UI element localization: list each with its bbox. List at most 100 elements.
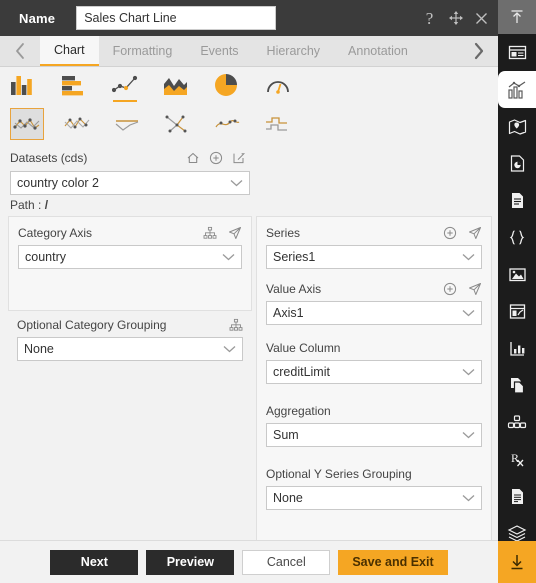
chevron-down-icon <box>462 369 475 376</box>
next-button[interactable]: Next <box>50 549 139 575</box>
datasets-label: Datasets (cds) <box>10 151 88 165</box>
download-icon[interactable] <box>498 541 536 583</box>
preview-button[interactable]: Preview <box>146 549 235 575</box>
series-label: Series <box>266 225 301 240</box>
home-icon[interactable] <box>186 151 200 165</box>
chevron-down-icon <box>223 346 236 353</box>
send-icon[interactable] <box>228 226 242 240</box>
category-axis-value: country <box>25 250 66 264</box>
path-value: / <box>44 198 49 212</box>
aggregation-group: Aggregation Sum <box>257 384 491 447</box>
hierarchy-icon[interactable] <box>229 318 243 332</box>
rail-map-icon[interactable] <box>498 108 536 145</box>
series-group: Series Series1 <box>257 217 491 269</box>
gauge-chart-icon[interactable] <box>263 70 293 100</box>
tab-events[interactable]: Events <box>186 36 252 66</box>
tab-formatting[interactable]: Formatting <box>99 36 187 66</box>
series-value: Series1 <box>273 250 316 264</box>
datasets-select[interactable]: country color 2 <box>10 171 250 195</box>
tab-annotation[interactable]: Annotation <box>334 36 422 66</box>
category-axis-select[interactable]: country <box>18 245 242 269</box>
pie-chart-icon[interactable] <box>212 70 242 100</box>
y-series-grouping-header: Optional Y Series Grouping <box>266 465 482 482</box>
category-axis-group: Category Axis country <box>9 217 251 269</box>
name-label: Name <box>19 10 56 26</box>
send-icon[interactable] <box>468 226 482 240</box>
chevron-down-icon <box>462 254 475 261</box>
tab-hierarchy-label: Hierarchy <box>266 44 321 58</box>
smooth-line-icon[interactable] <box>210 108 244 140</box>
rail-copy-file-icon[interactable] <box>498 367 536 404</box>
area-chart-icon[interactable] <box>161 70 191 100</box>
rail-code-braces-icon[interactable] <box>498 219 536 256</box>
y-series-grouping-label: Optional Y Series Grouping <box>266 466 412 481</box>
chevron-down-icon <box>222 254 235 261</box>
hierarchy-icon[interactable] <box>203 226 217 240</box>
category-grouping-icon-group <box>229 318 243 332</box>
tab-events-label: Events <box>200 44 239 58</box>
rail-document-icon[interactable] <box>498 182 536 219</box>
tab-chart[interactable]: Chart <box>40 36 99 66</box>
category-axis-header: Category Axis <box>18 224 242 241</box>
svg-text:R: R <box>511 451 519 465</box>
datasets-header: Datasets (cds) <box>10 149 250 167</box>
chevron-down-icon <box>462 432 475 439</box>
collapse-up-icon[interactable] <box>498 0 536 34</box>
value-axis-value: Axis1 <box>273 306 304 320</box>
value-axis-select[interactable]: Axis1 <box>266 301 482 325</box>
category-axis-label: Category Axis <box>18 225 93 240</box>
save-and-exit-button[interactable]: Save and Exit <box>338 549 448 575</box>
tabs-next-arrow-icon[interactable] <box>458 36 498 66</box>
value-column-label: Value Column <box>266 340 341 355</box>
multi-line-icon[interactable] <box>60 108 94 140</box>
plus-circle-icon[interactable] <box>443 282 457 296</box>
rail-prescription-icon[interactable]: R <box>498 441 536 478</box>
horizontal-bar-chart-icon[interactable] <box>59 70 89 100</box>
datasets-value: country color 2 <box>17 176 99 190</box>
rail-dashboard-tile-icon[interactable] <box>498 293 536 330</box>
tab-spacer <box>422 36 458 66</box>
series-select[interactable]: Series1 <box>266 245 482 269</box>
close-icon[interactable] <box>473 10 490 27</box>
edit-icon[interactable] <box>232 151 246 165</box>
plus-circle-icon[interactable] <box>443 226 457 240</box>
aggregation-header: Aggregation <box>266 402 482 419</box>
dataset-path: Path : / <box>10 198 250 212</box>
rail-list-document-icon[interactable] <box>498 478 536 515</box>
question-mark-icon[interactable]: ? <box>421 10 438 27</box>
category-grouping-group: Optional Category Grouping None <box>8 316 252 361</box>
value-axis-label: Value Axis <box>266 281 322 296</box>
rail-report-icon[interactable] <box>498 145 536 182</box>
scatter-line-chart-icon[interactable] <box>110 70 140 102</box>
bar-chart-icon[interactable] <box>8 70 38 100</box>
aggregation-select[interactable]: Sum <box>266 423 482 447</box>
category-grouping-select[interactable]: None <box>17 337 243 361</box>
rail-blocks-icon[interactable] <box>498 404 536 441</box>
send-icon[interactable] <box>468 282 482 296</box>
tab-hierarchy[interactable]: Hierarchy <box>253 36 335 66</box>
line-with-threshold-icon[interactable] <box>110 108 144 140</box>
zigzag-line-icon[interactable] <box>160 108 194 140</box>
category-grouping-header: Optional Category Grouping <box>17 316 243 333</box>
rail-layout-panel-icon[interactable] <box>498 34 536 71</box>
value-column-value: creditLimit <box>273 365 330 379</box>
y-series-grouping-select[interactable]: None <box>266 486 482 510</box>
tabs-prev-arrow-icon[interactable] <box>0 36 40 66</box>
rail-image-icon[interactable] <box>498 256 536 293</box>
window-header: Name ? <box>0 0 498 36</box>
value-column-select[interactable]: creditLimit <box>266 360 482 384</box>
cancel-button[interactable]: Cancel <box>242 549 331 575</box>
chart-designer-window: Name ? <box>0 0 536 583</box>
chevron-down-icon <box>230 180 243 187</box>
name-input[interactable] <box>76 6 277 30</box>
step-line-icon[interactable] <box>260 108 294 140</box>
plus-circle-icon[interactable] <box>209 151 223 165</box>
move-icon[interactable] <box>447 10 464 27</box>
aggregation-value: Sum <box>273 428 299 442</box>
line-scatter-icon[interactable] <box>10 108 44 140</box>
rail-chart-icon[interactable] <box>498 71 536 108</box>
value-axis-header: Value Axis <box>266 280 482 297</box>
rail-analytics-icon[interactable] <box>498 330 536 367</box>
tab-formatting-label: Formatting <box>112 44 173 58</box>
category-grouping-label: Optional Category Grouping <box>17 317 167 332</box>
